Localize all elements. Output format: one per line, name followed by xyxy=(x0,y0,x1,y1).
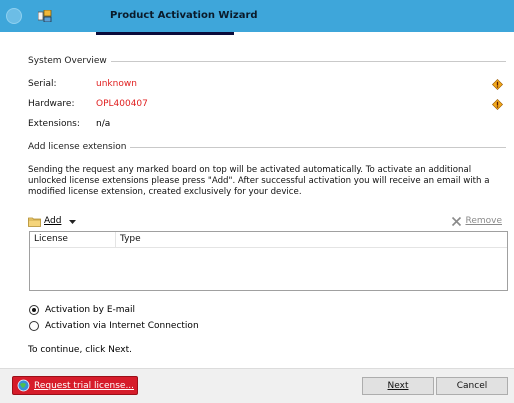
activation-internet-label: Activation via Internet Connection xyxy=(45,321,199,331)
extensions-value: n/a xyxy=(96,119,111,129)
license-table[interactable]: License Type xyxy=(29,231,508,291)
trial-globe-icon xyxy=(17,379,30,392)
system-overview-heading: System Overview xyxy=(28,56,107,66)
activation-email-label: Activation by E-mail xyxy=(45,305,136,315)
app-icon xyxy=(38,10,52,22)
add-license-heading: Add license extension xyxy=(28,142,127,152)
remove-button[interactable]: Remove xyxy=(451,214,502,228)
add-license-description: Sending the request any marked board on … xyxy=(28,165,490,197)
license-table-header: License Type xyxy=(30,232,507,248)
folder-add-icon xyxy=(28,217,41,227)
add-license-group: Add license extension xyxy=(28,141,506,153)
hardware-value: OPL400407 xyxy=(96,99,148,109)
title-underline xyxy=(96,32,234,35)
activation-email-option[interactable]: Activation by E-mail xyxy=(29,304,135,316)
add-button[interactable]: Add xyxy=(28,214,77,228)
warning-icon xyxy=(492,99,503,110)
remove-x-icon xyxy=(452,216,462,226)
continue-instruction: To continue, click Next. xyxy=(28,345,132,355)
window-menu-icon[interactable] xyxy=(6,8,22,24)
divider xyxy=(110,60,506,62)
serial-value: unknown xyxy=(96,79,137,89)
extensions-label: Extensions: xyxy=(28,119,80,129)
divider xyxy=(130,146,506,148)
warning-icon xyxy=(492,79,503,90)
footer-bar: Request trial license... Next Cancel xyxy=(0,368,514,403)
column-header-type[interactable]: Type xyxy=(116,232,507,247)
cancel-button[interactable]: Cancel xyxy=(436,377,508,395)
next-button[interactable]: Next xyxy=(362,377,434,395)
serial-label: Serial: xyxy=(28,79,57,89)
title-bar: Product Activation Wizard xyxy=(0,0,514,32)
hardware-label: Hardware: xyxy=(28,99,75,109)
cancel-button-label: Cancel xyxy=(456,381,488,391)
request-trial-button[interactable]: Request trial license... xyxy=(12,376,138,395)
column-header-license[interactable]: License xyxy=(30,232,116,247)
next-button-label: Next xyxy=(387,381,409,391)
add-button-label: Add xyxy=(44,216,62,226)
system-overview-group: System Overview xyxy=(28,55,506,67)
radio-email[interactable] xyxy=(29,305,39,315)
dropdown-arrow-icon[interactable] xyxy=(68,217,77,226)
radio-internet[interactable] xyxy=(29,321,39,331)
request-trial-label: Request trial license... xyxy=(34,380,135,391)
window-title: Product Activation Wizard xyxy=(110,10,258,21)
remove-button-label: Remove xyxy=(465,216,502,226)
activation-internet-option[interactable]: Activation via Internet Connection xyxy=(29,320,199,332)
